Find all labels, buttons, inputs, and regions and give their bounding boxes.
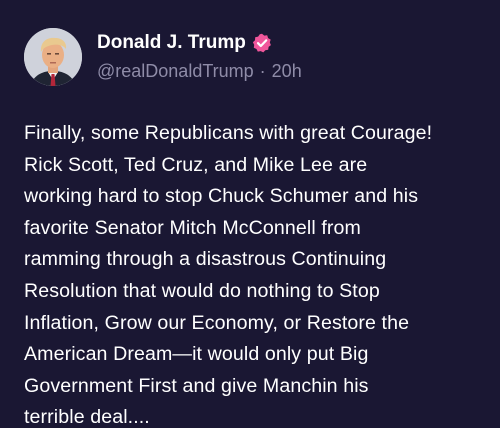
author-display-name[interactable]: Donald J. Trump [97, 32, 246, 54]
avatar-photo-icon [24, 28, 82, 86]
post-card: Donald J. Trump @realDonaldTrump · 20h Fin… [0, 0, 500, 428]
avatar[interactable] [24, 28, 82, 86]
author-handle[interactable]: @realDonaldTrump [97, 61, 254, 81]
post-timestamp[interactable]: 20h [272, 61, 302, 81]
author-info: Donald J. Trump @realDonaldTrump · 20h [97, 30, 302, 82]
dot-separator: · [259, 61, 266, 81]
verified-badge-icon [252, 33, 272, 53]
name-row: Donald J. Trump [97, 30, 302, 56]
handle-row: @realDonaldTrump · 20h [97, 61, 302, 82]
post-body-text: Finally, some Republicans with great Cou… [24, 122, 433, 428]
post-header: Donald J. Trump @realDonaldTrump · 20h [24, 28, 484, 90]
